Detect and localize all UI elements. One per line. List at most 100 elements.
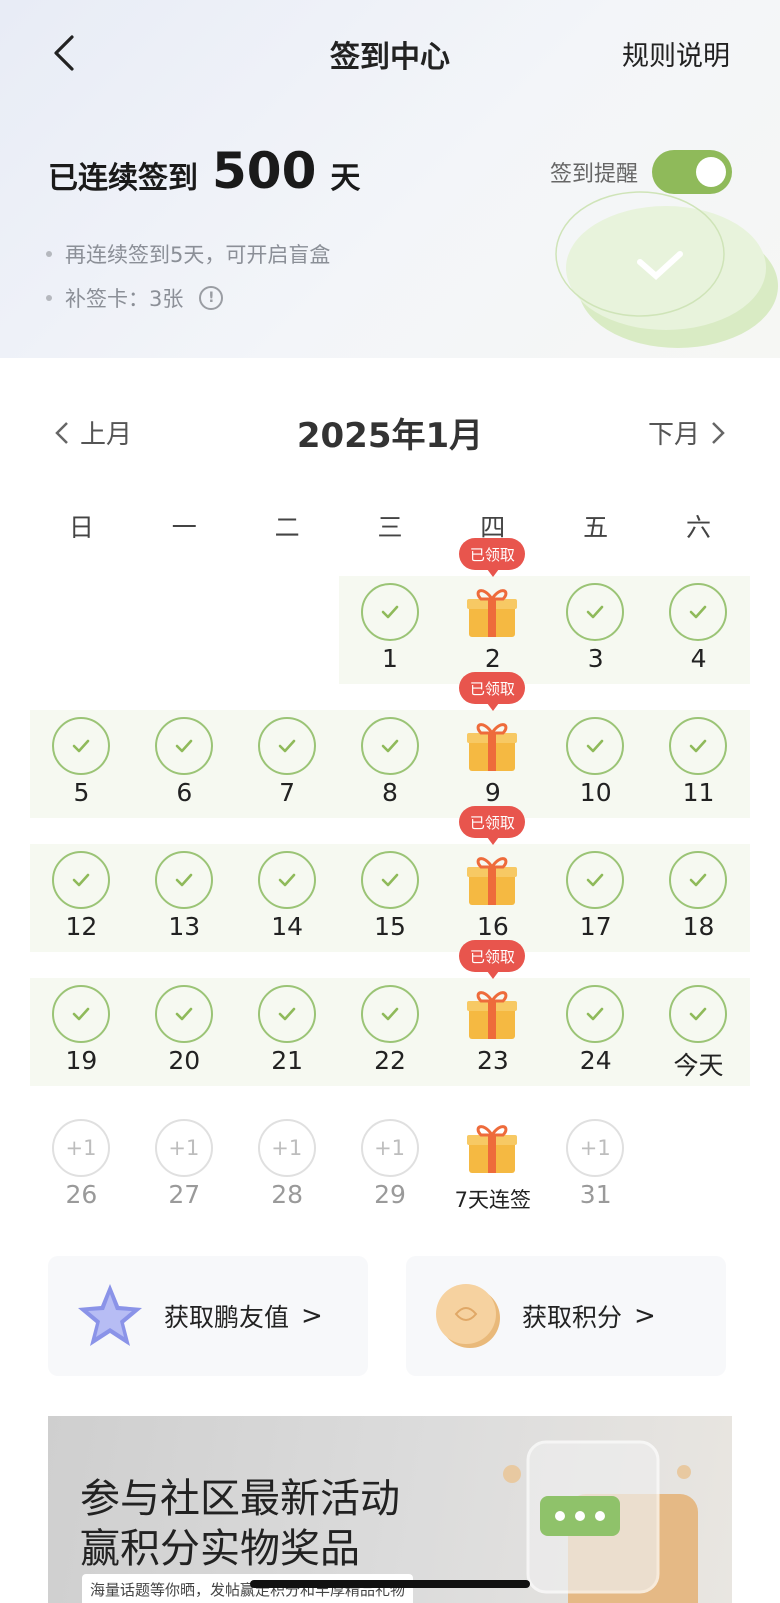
chevron-right-icon bbox=[712, 421, 725, 444]
hint-text: 再连续签到5天，可开启盲盒 bbox=[65, 243, 331, 267]
activity-banner[interactable]: 参与社区最新活动 赢积分实物奖品 海量话题等你晒，发帖赢走积分和丰厚精品礼物 bbox=[48, 1416, 732, 1603]
calendar-week-row: 19 20 21 22 已领取 23 24 今天 bbox=[30, 940, 750, 1086]
weekday-label: 六 bbox=[685, 513, 711, 542]
day-number: 18 bbox=[682, 912, 715, 941]
next-month-button[interactable]: 下月 bbox=[648, 414, 726, 451]
calendar-day[interactable]: 18 bbox=[647, 844, 750, 952]
day-number: 7 bbox=[279, 778, 296, 807]
hint-blind-box: 再连续签到5天，可开启盲盒 bbox=[46, 232, 330, 276]
checked-circle-icon bbox=[154, 851, 213, 909]
calendar-day[interactable]: +1 26 bbox=[30, 1112, 133, 1220]
checked-circle-icon bbox=[52, 985, 110, 1043]
day-number: 15 bbox=[374, 912, 406, 941]
calendar-day[interactable]: 20 bbox=[133, 978, 236, 1086]
day-number: 9 bbox=[484, 778, 501, 807]
checked-circle-icon bbox=[154, 717, 213, 775]
bonus-points-label: +1 bbox=[271, 1136, 303, 1160]
calendar-day[interactable]: 12 bbox=[30, 844, 133, 952]
day-number: 24 bbox=[579, 1046, 612, 1075]
calendar-day[interactable]: 21 bbox=[236, 978, 339, 1086]
calendar-day[interactable]: 已领取 23 bbox=[441, 940, 544, 1086]
day-number: 7天连签 bbox=[454, 1188, 532, 1212]
weekday-label: 三 bbox=[377, 513, 403, 542]
card-label: 获取积分 bbox=[522, 1303, 623, 1332]
day-number: 23 bbox=[476, 1046, 509, 1075]
weekday-label: 二 bbox=[274, 513, 300, 542]
calendar-day[interactable]: +1 31 bbox=[544, 1112, 647, 1220]
day-number: 21 bbox=[271, 1046, 304, 1075]
day-number: 28 bbox=[271, 1180, 304, 1209]
checked-circle-icon bbox=[52, 851, 110, 909]
hint-text: 补签卡：3张 bbox=[65, 287, 184, 311]
calendar-week-row: 5 6 7 8 已领取 9 10 11 bbox=[30, 672, 750, 818]
calendar-day[interactable]: 今天 bbox=[647, 978, 750, 1086]
calendar-day[interactable]: 已领取 2 bbox=[441, 538, 544, 684]
banner-subtitle: 海量话题等你晒，发帖赢走积分和丰厚精品礼物 bbox=[82, 1574, 414, 1603]
bonus-circle-icon: +1 bbox=[52, 1119, 110, 1177]
calendar-day[interactable]: 14 bbox=[236, 844, 339, 952]
claimed-badge: 已领取 bbox=[459, 538, 526, 577]
bonus-points-label: +1 bbox=[579, 1136, 611, 1160]
calendar-day[interactable]: +1 28 bbox=[236, 1112, 339, 1220]
calendar-week-row: 12 13 14 15 已领取 16 17 18 bbox=[30, 806, 750, 952]
day-number: 5 bbox=[73, 778, 90, 807]
day-number: 8 bbox=[382, 778, 398, 807]
chevron-right-icon: > bbox=[301, 1301, 323, 1331]
checked-circle-icon bbox=[360, 985, 419, 1043]
calendar-day[interactable]: 7 bbox=[236, 710, 339, 818]
calendar-day[interactable]: 24 bbox=[544, 978, 647, 1086]
calendar-day[interactable]: +1 27 bbox=[133, 1112, 236, 1220]
rules-link[interactable]: 规则说明 bbox=[622, 34, 730, 73]
calendar-day[interactable]: 7天连签 bbox=[441, 1112, 544, 1220]
calendar-day[interactable]: 22 bbox=[339, 978, 442, 1086]
streak-prefix: 已连续签到 bbox=[48, 161, 198, 196]
get-points-card[interactable]: 获取积分 > bbox=[406, 1256, 726, 1376]
calendar-day[interactable]: 8 bbox=[339, 710, 442, 818]
checked-circle-icon bbox=[360, 851, 419, 909]
gift-box-icon bbox=[463, 717, 521, 775]
calendar-day[interactable]: 15 bbox=[339, 844, 442, 952]
checked-circle-icon bbox=[669, 583, 728, 641]
checked-circle-icon bbox=[257, 985, 316, 1043]
streak-count: 500 bbox=[212, 142, 317, 200]
bonus-points-label: +1 bbox=[168, 1136, 200, 1160]
calendar-day[interactable]: 4 bbox=[647, 576, 750, 684]
home-indicator bbox=[250, 1580, 530, 1588]
banner-title-line2: 赢积分实物奖品 bbox=[80, 1526, 360, 1572]
checked-circle-icon bbox=[154, 985, 213, 1043]
checked-circle-icon bbox=[669, 851, 728, 909]
day-number: 2 bbox=[484, 644, 501, 673]
calendar-day[interactable]: 1 bbox=[339, 576, 442, 684]
chevron-right-icon: > bbox=[634, 1301, 656, 1331]
calendar-day[interactable]: 6 bbox=[133, 710, 236, 818]
checked-circle-icon bbox=[566, 851, 625, 909]
day-number: 6 bbox=[176, 778, 193, 807]
streak-suffix: 天 bbox=[330, 161, 361, 196]
calendar-day[interactable]: 11 bbox=[647, 710, 750, 818]
calendar-day[interactable]: +1 29 bbox=[339, 1112, 442, 1220]
claimed-badge: 已领取 bbox=[459, 806, 526, 845]
bullet-dot-icon bbox=[46, 251, 52, 257]
checked-circle-icon bbox=[257, 717, 316, 775]
bonus-circle-icon: +1 bbox=[360, 1119, 419, 1177]
day-number: 3 bbox=[587, 644, 604, 673]
calendar-day[interactable]: 19 bbox=[30, 978, 133, 1086]
info-icon[interactable]: ! bbox=[199, 286, 224, 310]
bullet-dot-icon bbox=[46, 295, 52, 301]
get-pengyou-value-card[interactable]: 获取鹏友值 > bbox=[48, 1256, 368, 1376]
day-number: 14 bbox=[271, 912, 304, 941]
day-number: 22 bbox=[374, 1046, 406, 1075]
calendar-day[interactable]: 已领取 16 bbox=[441, 806, 544, 952]
calendar-day[interactable]: 3 bbox=[544, 576, 647, 684]
checked-circle-icon bbox=[669, 985, 728, 1043]
weekday-label: 五 bbox=[583, 513, 609, 542]
calendar-day[interactable]: 10 bbox=[544, 710, 647, 818]
bonus-circle-icon: +1 bbox=[257, 1119, 316, 1177]
star-crystal-icon bbox=[78, 1284, 142, 1346]
gift-box-icon bbox=[463, 1119, 521, 1177]
calendar-day[interactable]: 5 bbox=[30, 710, 133, 818]
calendar-day[interactable]: 17 bbox=[544, 844, 647, 952]
day-number: 1 bbox=[382, 644, 398, 673]
calendar-day[interactable]: 13 bbox=[133, 844, 236, 952]
calendar-day[interactable]: 已领取 9 bbox=[441, 672, 544, 818]
